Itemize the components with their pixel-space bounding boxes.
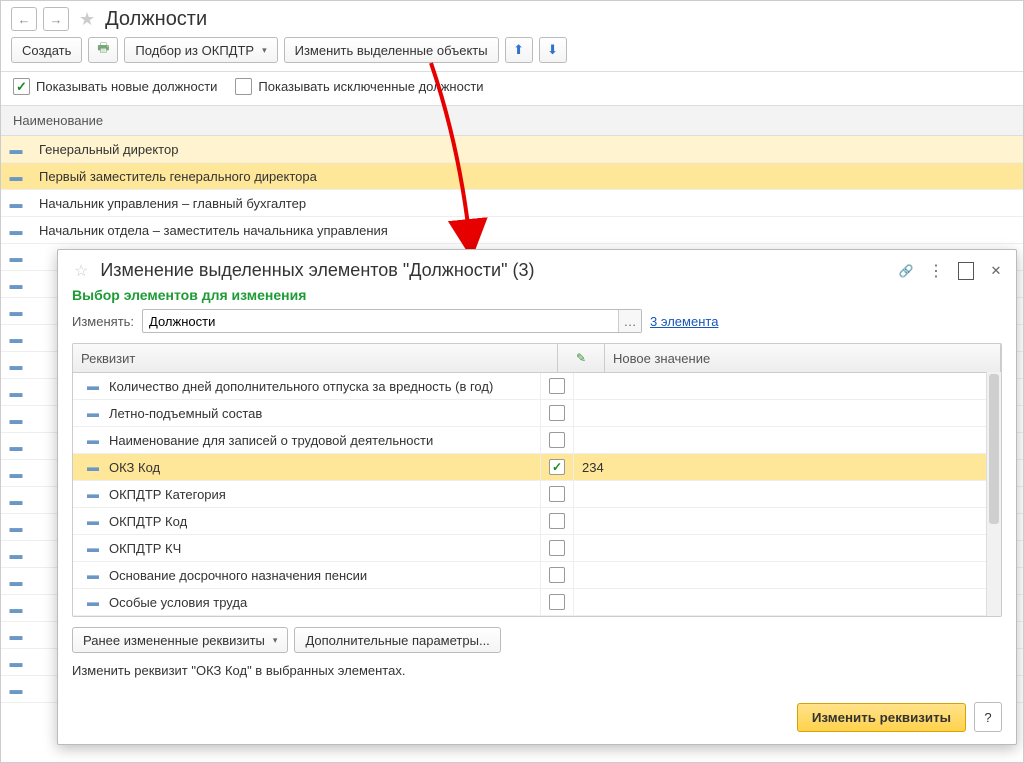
arrow-up-icon: ⬆ [513, 42, 524, 58]
checkbox-icon [235, 78, 252, 95]
row-checkbox[interactable] [549, 594, 565, 610]
change-field-label: Изменять: [72, 314, 134, 329]
arrow-down-icon: ⬇ [547, 42, 558, 58]
attributes-grid: Реквизит ✎ Новое значение ▬Количество дн… [72, 343, 1002, 617]
row-marker-icon: ▬ [87, 379, 99, 393]
row-marker-icon: ▬ [87, 460, 99, 474]
row-marker-icon: ▬ [87, 406, 99, 420]
more-menu-icon[interactable] [928, 263, 944, 279]
close-button[interactable] [988, 263, 1004, 279]
change-selected-button[interactable]: Изменить выделенные объекты [284, 37, 499, 63]
pencil-icon: ✎ [576, 351, 586, 365]
edit-selected-dialog: ☆ Изменение выделенных элементов "Должно… [57, 249, 1017, 745]
grid-row[interactable]: ▬ОКПДТР КЧ [73, 535, 1001, 562]
nav-forward-button[interactable]: → [43, 7, 69, 31]
col-new-value[interactable]: Новое значение [605, 344, 1001, 372]
okpdtr-picker-button[interactable]: Подбор из ОКПДТР ▾ [124, 37, 277, 63]
row-checkbox[interactable] [549, 405, 565, 421]
extra-params-button[interactable]: Дополнительные параметры... [294, 627, 500, 653]
row-checkbox[interactable] [549, 567, 565, 583]
change-field-input[interactable] [142, 309, 642, 333]
move-up-button[interactable]: ⬆ [505, 37, 533, 63]
dialog-title: Изменение выделенных элементов "Должност… [100, 260, 890, 281]
grid-row[interactable]: ▬Основание досрочного назначения пенсии [73, 562, 1001, 589]
apply-button[interactable]: Изменить реквизиты [797, 703, 966, 732]
checkbox-icon [13, 78, 30, 95]
grid-row[interactable]: ▬ОКПДТР Код [73, 508, 1001, 535]
nav-back-button[interactable]: ← [11, 7, 37, 31]
favorite-star-icon[interactable]: ★ [79, 9, 95, 30]
grid-row[interactable]: ▬Наименование для записей о трудовой дея… [73, 427, 1001, 454]
row-marker-icon: ▬ [1, 223, 31, 238]
grid-row[interactable]: ▬ОКПДТР Категория [73, 481, 1001, 508]
row-checkbox[interactable] [549, 540, 565, 556]
grid-scrollbar[interactable] [986, 372, 1001, 616]
lookup-button[interactable]: … [618, 310, 641, 332]
elements-count-link[interactable]: 3 элемента [650, 314, 718, 329]
square-icon [958, 262, 974, 280]
list-row[interactable]: ▬Первый заместитель генерального директо… [1, 163, 1023, 190]
row-marker-icon: ▬ [87, 541, 99, 555]
move-down-button[interactable]: ⬇ [539, 37, 567, 63]
printer-icon: 🖶 [97, 39, 109, 61]
grid-row[interactable]: ▬Особые условия труда [73, 589, 1001, 616]
row-marker-icon: ▬ [87, 433, 99, 447]
row-checkbox[interactable] [549, 459, 565, 475]
row-marker-icon: ▬ [87, 595, 99, 609]
row-marker-icon: ▬ [1, 169, 31, 184]
row-marker-icon: ▬ [87, 568, 99, 582]
list-row[interactable]: ▬Начальник управления – главный бухгалте… [1, 190, 1023, 217]
row-marker-icon: ▬ [1, 142, 31, 157]
row-marker-icon: ▬ [87, 514, 99, 528]
grid-row[interactable]: ▬Количество дней дополнительного отпуска… [73, 373, 1001, 400]
chevron-down-icon: ▾ [262, 45, 267, 56]
row-checkbox[interactable] [549, 432, 565, 448]
grid-row[interactable]: ▬ОКЗ Код234 [73, 454, 1001, 481]
link-icon[interactable] [898, 263, 914, 279]
show-excluded-checkbox[interactable]: Показывать исключенные должности [235, 78, 483, 95]
row-checkbox[interactable] [549, 513, 565, 529]
dialog-subtitle: Выбор элементов для изменения [58, 287, 1016, 309]
show-new-checkbox[interactable]: Показывать новые должности [13, 78, 217, 95]
row-marker-icon: ▬ [87, 487, 99, 501]
list-row[interactable]: ▬Генеральный директор [1, 136, 1023, 163]
row-checkbox[interactable] [549, 486, 565, 502]
page-title: Должности [105, 8, 207, 31]
grid-row[interactable]: ▬Летно-подъемный состав [73, 400, 1001, 427]
list-column-header[interactable]: Наименование [1, 105, 1023, 136]
chevron-down-icon: ▾ [273, 635, 278, 646]
dialog-hint: Изменить реквизит "ОКЗ Код" в выбранных … [58, 663, 1016, 686]
print-button[interactable]: 🖶 [88, 37, 118, 63]
row-marker-icon: ▬ [1, 196, 31, 211]
create-button[interactable]: Создать [11, 37, 82, 63]
row-checkbox[interactable] [549, 378, 565, 394]
list-row[interactable]: ▬Начальник отдела – заместитель начальни… [1, 217, 1023, 244]
maximize-button[interactable] [958, 263, 974, 279]
col-edit-flag[interactable]: ✎ [558, 344, 605, 372]
help-button[interactable]: ? [974, 702, 1002, 732]
prev-changed-button[interactable]: Ранее измененные реквизиты ▾ [72, 627, 288, 653]
col-attribute[interactable]: Реквизит [73, 344, 558, 372]
favorite-star-icon[interactable]: ☆ [74, 261, 88, 281]
